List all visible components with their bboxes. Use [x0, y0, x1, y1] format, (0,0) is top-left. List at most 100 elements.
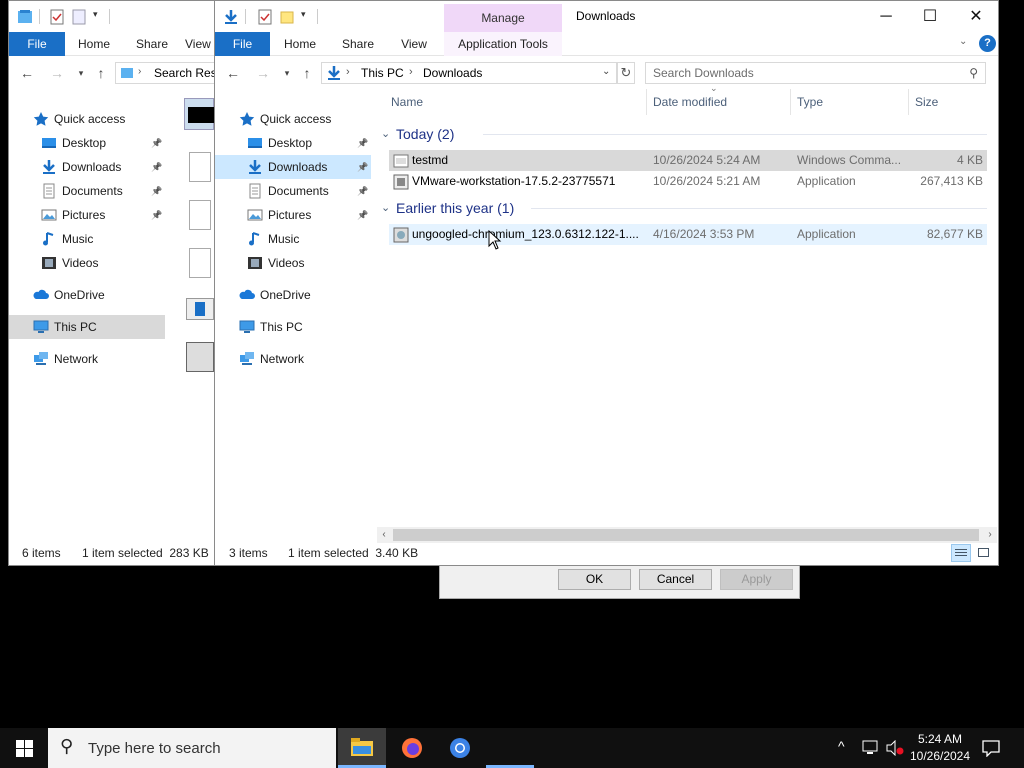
nav-item-videos[interactable]: Videos: [9, 251, 165, 275]
nav-item-quick-access[interactable]: Quick access: [215, 107, 371, 131]
nav-item-network[interactable]: Network: [9, 347, 165, 371]
large-icons-view-icon[interactable]: [975, 544, 993, 562]
up-arrow-icon[interactable]: ↑: [299, 65, 315, 81]
maximize-button[interactable]: ☐: [907, 1, 953, 32]
apply-button[interactable]: Apply: [720, 569, 793, 590]
tab-view[interactable]: View: [391, 32, 437, 56]
new-folder-icon[interactable]: [71, 9, 87, 25]
file-thumbnail-icon[interactable]: [189, 152, 211, 182]
nav-item-downloads[interactable]: Downloads 📌: [9, 155, 165, 179]
pin-icon[interactable]: 📌: [151, 131, 162, 155]
recent-dropdown-icon[interactable]: ▾: [279, 65, 295, 81]
nav-item-videos[interactable]: Videos: [215, 251, 371, 275]
tab-home[interactable]: Home: [277, 32, 323, 56]
qat-dropdown-icon[interactable]: ▾: [93, 9, 98, 20]
back-titlebar[interactable]: ▾: [9, 1, 217, 32]
recent-dropdown-icon[interactable]: ▾: [73, 65, 89, 81]
back-tab-home[interactable]: Home: [71, 32, 117, 56]
notifications-icon[interactable]: [982, 739, 1000, 757]
minimize-button[interactable]: ─: [863, 1, 909, 32]
taskbar-chromium[interactable]: [436, 728, 484, 768]
forward-arrow-icon[interactable]: →: [255, 65, 271, 81]
windows-start-icon[interactable]: [16, 740, 33, 757]
pin-icon[interactable]: 📌: [357, 131, 368, 155]
volume-muted-icon[interactable]: [886, 740, 904, 756]
breadcrumb-separator-icon[interactable]: ›: [346, 66, 350, 78]
group-today[interactable]: ⌄ Today (2): [381, 123, 987, 145]
expand-ribbon-icon[interactable]: ⌄: [959, 36, 967, 47]
column-date-modified[interactable]: Date modified: [647, 89, 791, 115]
collapse-chevron-icon[interactable]: ⌄: [381, 197, 390, 219]
file-thumbnail-icon[interactable]: [189, 248, 211, 278]
nav-item-quick-access[interactable]: Quick access: [9, 107, 165, 131]
up-arrow-icon[interactable]: ↑: [93, 65, 109, 81]
column-name[interactable]: Name: [385, 89, 647, 115]
pin-icon[interactable]: 📌: [357, 203, 368, 227]
new-folder-icon[interactable]: [279, 9, 295, 25]
file-row[interactable]: ungoogled-chromium_123.0.6312.122-1.... …: [389, 224, 987, 245]
forward-arrow-icon[interactable]: →: [49, 65, 65, 81]
properties-icon[interactable]: [257, 9, 273, 25]
breadcrumb-separator-icon[interactable]: ›: [409, 66, 413, 78]
pin-icon[interactable]: 📌: [357, 179, 368, 203]
collapse-chevron-icon[interactable]: ⌄: [381, 123, 390, 145]
tab-application-tools[interactable]: Application Tools: [444, 32, 562, 56]
app-thumbnail-icon[interactable]: [186, 298, 214, 320]
nav-item-music[interactable]: Music: [215, 227, 371, 251]
cancel-button[interactable]: Cancel: [639, 569, 712, 590]
taskbar-firefox[interactable]: [388, 728, 436, 768]
address-bar[interactable]: › This PC › Downloads ⌄: [321, 62, 617, 84]
nav-item-this-pc[interactable]: This PC: [215, 315, 371, 339]
nav-item-music[interactable]: Music: [9, 227, 165, 251]
pin-icon[interactable]: 📌: [151, 179, 162, 203]
nav-item-this-pc[interactable]: This PC: [9, 315, 165, 339]
back-tab-file[interactable]: File: [9, 32, 65, 56]
pin-icon[interactable]: 📌: [357, 155, 368, 179]
close-button[interactable]: ✕: [953, 1, 998, 32]
taskbar-search-box[interactable]: ⚲ Type here to search: [48, 728, 336, 768]
nav-item-desktop[interactable]: Desktop 📌: [9, 131, 165, 155]
back-arrow-icon[interactable]: ←: [225, 65, 241, 81]
taskbar-blank-app[interactable]: [486, 728, 534, 768]
help-icon[interactable]: ?: [979, 35, 996, 52]
breadcrumb-this-pc[interactable]: This PC: [361, 66, 404, 80]
file-row[interactable]: VMware-workstation-17.5.2-23775571 10/26…: [389, 171, 987, 192]
nav-item-desktop[interactable]: Desktop 📌: [215, 131, 371, 155]
tab-file[interactable]: File: [215, 32, 270, 56]
downloads-window[interactable]: ▾ Manage Downloads ─ ☐ ✕ File Home Share…: [214, 0, 999, 566]
nav-item-downloads[interactable]: Downloads 📌: [215, 155, 371, 179]
nav-item-onedrive[interactable]: OneDrive: [215, 283, 371, 307]
installer-thumbnail-icon[interactable]: [186, 342, 214, 372]
nav-item-pictures[interactable]: Pictures 📌: [9, 203, 165, 227]
back-tab-share[interactable]: Share: [129, 32, 175, 56]
nav-item-documents[interactable]: Documents 📌: [215, 179, 371, 203]
back-arrow-icon[interactable]: ←: [19, 65, 35, 81]
network-tray-icon[interactable]: [862, 740, 880, 756]
file-row[interactable]: testmd 10/26/2024 5:24 AM Windows Comma.…: [389, 150, 987, 171]
ok-button[interactable]: OK: [558, 569, 631, 590]
search-input[interactable]: Search Downloads ⚲: [645, 62, 986, 84]
nav-item-pictures[interactable]: Pictures 📌: [215, 203, 371, 227]
cmd-thumbnail-icon[interactable]: [184, 98, 214, 130]
pin-icon[interactable]: 📌: [151, 155, 162, 179]
back-address-bar[interactable]: › Search Resu: [115, 62, 217, 84]
nav-item-documents[interactable]: Documents 📌: [9, 179, 165, 203]
details-view-icon[interactable]: [951, 544, 971, 562]
properties-icon[interactable]: [49, 9, 65, 25]
clock-date[interactable]: 10/26/2024: [908, 749, 972, 763]
taskbar-file-explorer[interactable]: [338, 728, 386, 768]
group-earlier-this-year[interactable]: ⌄ Earlier this year (1): [381, 197, 987, 219]
clock-time[interactable]: 5:24 AM: [912, 732, 968, 746]
refresh-icon[interactable]: ↻: [617, 62, 635, 84]
downloads-titlebar[interactable]: ▾ Manage Downloads ─ ☐ ✕: [215, 1, 998, 32]
pin-icon[interactable]: 📌: [151, 203, 162, 227]
column-type[interactable]: Type: [791, 89, 909, 115]
qat-dropdown-icon[interactable]: ▾: [301, 9, 306, 20]
column-size[interactable]: Size: [909, 89, 989, 115]
file-thumbnail-icon[interactable]: [189, 200, 211, 230]
breadcrumb-downloads[interactable]: Downloads: [423, 66, 482, 80]
nav-item-onedrive[interactable]: OneDrive: [9, 283, 165, 307]
tab-share[interactable]: Share: [335, 32, 381, 56]
scroll-thumb[interactable]: [393, 529, 979, 541]
show-hidden-icons-icon[interactable]: ^: [838, 738, 845, 754]
